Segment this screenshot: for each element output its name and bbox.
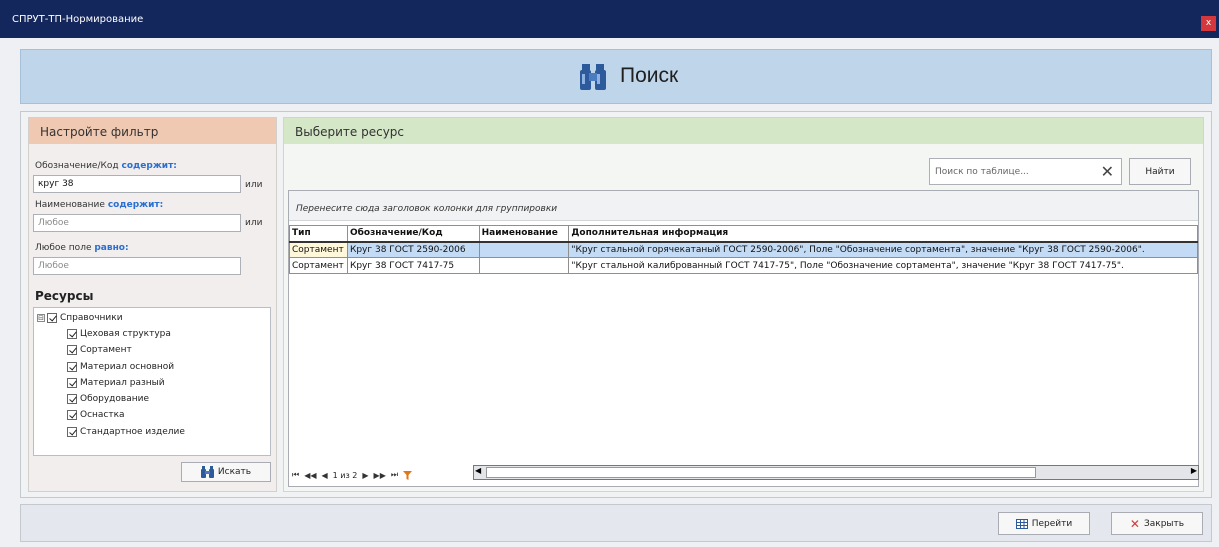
tree-item-directories[interactable]: ⊟ Справочники xyxy=(37,313,123,323)
or-label: или xyxy=(245,218,263,228)
scroll-left-icon[interactable]: ◀ xyxy=(475,466,481,475)
code-input[interactable]: круг 38 xyxy=(33,175,241,193)
column-header-code[interactable]: Обозначение/Код xyxy=(346,225,480,243)
title-bar: СПРУТ-ТП-Нормирование x xyxy=(0,0,1219,38)
checkbox[interactable] xyxy=(67,329,77,339)
name-input[interactable]: Любое xyxy=(33,214,241,232)
filter-icon[interactable] xyxy=(403,470,413,480)
resource-panel-title: Выберите ресурс xyxy=(284,118,1203,144)
table-cell[interactable]: Сортамент xyxy=(289,257,348,274)
footer-bar: Перейти ✕ Закрыть xyxy=(20,504,1212,542)
next-page-group-icon[interactable]: ▶▶ xyxy=(374,471,386,480)
tree-item[interactable]: Оснастка xyxy=(67,410,125,420)
checkbox[interactable] xyxy=(67,427,77,437)
resource-panel: Выберите ресурс Поиск по таблице... ✕ На… xyxy=(283,117,1204,492)
resources-title: Ресурсы xyxy=(35,289,94,303)
table-cell[interactable]: Круг 38 ГОСТ 7417-75 xyxy=(346,257,480,274)
or-label: или xyxy=(245,180,263,190)
tree-item[interactable]: Материал основной xyxy=(67,362,174,372)
checkbox[interactable] xyxy=(67,394,77,404)
checkbox[interactable] xyxy=(67,410,77,420)
prev-page-group-icon[interactable]: ◀◀ xyxy=(304,471,316,480)
last-page-icon[interactable]: ⏭ xyxy=(391,470,398,480)
table-cell[interactable] xyxy=(478,241,570,258)
table-cell[interactable]: "Круг стальной калиброванный ГОСТ 7417-7… xyxy=(568,257,1198,274)
any-field-input[interactable]: Любое xyxy=(33,257,241,275)
first-page-icon[interactable]: ⏮ xyxy=(292,470,299,480)
find-button[interactable]: Найти xyxy=(1129,158,1191,185)
tree-item[interactable]: Оборудование xyxy=(67,394,149,404)
table-cell[interactable]: "Круг стальной горячекатаный ГОСТ 2590-2… xyxy=(568,241,1198,258)
table-header-row: Тип Обозначение/Код Наименование Дополни… xyxy=(289,225,1198,243)
page-title: Поиск xyxy=(620,64,679,87)
column-header-info[interactable]: Дополнительная информация xyxy=(568,225,1198,243)
table-cell[interactable]: Сортамент xyxy=(289,241,348,258)
table-search-placeholder: Поиск по таблице... xyxy=(935,167,1029,177)
resource-grid: Перенесите сюда заголовок колонки для гр… xyxy=(288,190,1199,487)
column-header-type[interactable]: Тип xyxy=(289,225,348,243)
collapse-icon[interactable]: ⊟ xyxy=(37,314,45,322)
scroll-right-icon[interactable]: ▶ xyxy=(1191,466,1197,475)
checkbox[interactable] xyxy=(47,313,57,323)
resources-tree: ⊟ Справочники Цеховая структура Сортамен… xyxy=(33,307,271,456)
tree-item[interactable]: Цеховая структура xyxy=(67,329,171,339)
search-button[interactable]: Искать xyxy=(181,462,271,482)
table-row[interactable]: Сортамент Круг 38 ГОСТ 2590-2006 "Круг с… xyxy=(289,241,1198,258)
resource-table: Тип Обозначение/Код Наименование Дополни… xyxy=(289,225,1198,274)
group-hint: Перенесите сюда заголовок колонки для гр… xyxy=(296,204,558,214)
checkbox[interactable] xyxy=(67,378,77,388)
tree-item[interactable]: Стандартное изделие xyxy=(67,427,185,437)
column-header-name[interactable]: Наименование xyxy=(478,225,570,243)
window-close-button[interactable]: x xyxy=(1201,16,1216,31)
table-icon xyxy=(1015,518,1028,529)
scrollbar-thumb[interactable] xyxy=(486,467,1036,478)
clear-icon[interactable]: ✕ xyxy=(1101,162,1114,181)
tree-item[interactable]: Сортамент xyxy=(67,345,132,355)
go-button[interactable]: Перейти xyxy=(998,512,1090,535)
checkbox[interactable] xyxy=(67,345,77,355)
table-cell[interactable]: Круг 38 ГОСТ 2590-2006 xyxy=(346,241,480,258)
group-panel[interactable]: Перенесите сюда заголовок колонки для гр… xyxy=(289,191,1198,221)
table-cell[interactable] xyxy=(478,257,570,274)
binoculars-icon xyxy=(580,64,606,90)
any-field-label: Любое поле равно: xyxy=(35,243,129,253)
filter-panel: Настройте фильтр Обозначение/Код содержи… xyxy=(28,117,277,492)
prev-page-icon[interactable]: ◀ xyxy=(322,471,328,480)
table-search-input[interactable]: Поиск по таблице... ✕ xyxy=(929,158,1122,185)
filter-panel-title: Настройте фильтр xyxy=(29,118,276,144)
next-page-icon[interactable]: ▶ xyxy=(362,471,368,480)
table-row[interactable]: Сортамент Круг 38 ГОСТ 7417-75 "Круг ста… xyxy=(289,257,1198,274)
window-title: СПРУТ-ТП-Нормирование xyxy=(12,14,144,25)
code-field-label: Обозначение/Код содержит: xyxy=(35,161,177,171)
tree-item[interactable]: Материал разный xyxy=(67,378,165,388)
close-button[interactable]: ✕ Закрыть xyxy=(1111,512,1203,535)
horizontal-scrollbar[interactable]: ◀ ▶ xyxy=(473,465,1199,480)
close-icon: ✕ xyxy=(1129,516,1140,531)
pager: ⏮ ◀◀ ◀ 1 из 2 ▶ ▶▶ ⏭ xyxy=(289,466,413,484)
checkbox[interactable] xyxy=(67,362,77,372)
name-field-label: Наименование содержит: xyxy=(35,200,164,210)
binoculars-icon xyxy=(200,466,214,478)
page-info: 1 из 2 xyxy=(332,470,358,480)
page-header: Поиск xyxy=(20,49,1212,104)
